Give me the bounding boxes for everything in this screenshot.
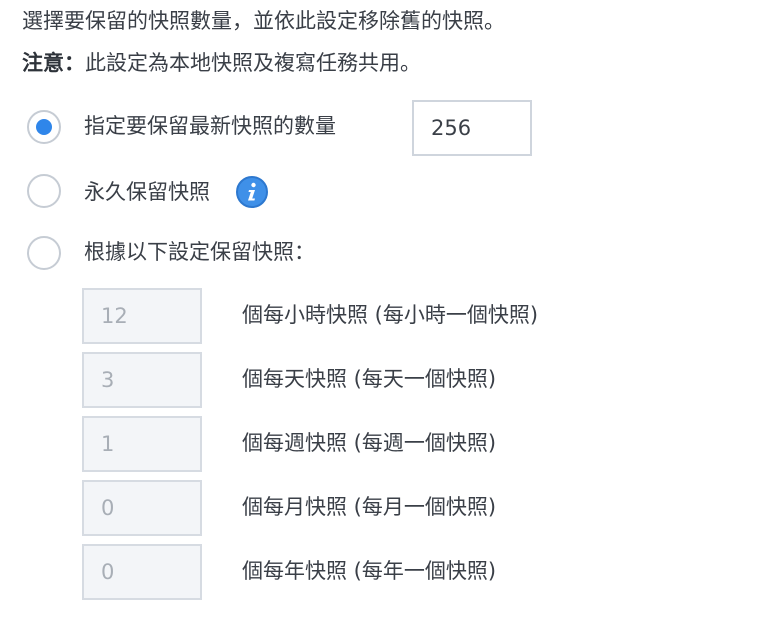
by-schedule-radio[interactable] [27,236,61,270]
keep-forever-label[interactable]: 永久保留快照 [84,177,210,207]
info-glyph [248,182,256,201]
monthly-label: 個每月快照 (每月一個快照) [242,495,497,519]
hourly-label: 個每小時快照 (每小時一個快照) [242,303,539,327]
keep-latest-label[interactable]: 指定要保留最新快照的數量 [84,111,336,141]
note-body: 此設定為本地快照及複寫任務共用。 [85,51,421,75]
keep-forever-radio[interactable] [27,174,61,208]
weekly-label: 個每週快照 (每週一個快照) [242,431,497,455]
note-text: 注意：此設定為本地快照及複寫任務共用。 [22,48,421,78]
monthly-count-input[interactable] [82,480,202,536]
daily-count-input[interactable] [82,352,202,408]
snapshot-retention-panel: 選擇要保留的快照數量，並依此設定移除舊的快照。 注意：此設定為本地快照及複寫任務… [0,0,784,632]
by-schedule-label[interactable]: 根據以下設定保留快照： [84,237,315,267]
hourly-count-input[interactable] [82,288,202,344]
weekly-count-input[interactable] [82,416,202,472]
daily-label: 個每天快照 (每天一個快照) [242,367,497,391]
info-icon[interactable] [236,176,268,208]
note-separator: ： [64,51,85,75]
keep-latest-radio[interactable] [27,110,61,144]
yearly-count-input[interactable] [82,544,202,600]
note-label: 注意 [22,51,64,75]
yearly-label: 個每年快照 (每年一個快照) [242,559,497,583]
intro-text: 選擇要保留的快照數量，並依此設定移除舊的快照。 [22,9,505,33]
keep-latest-count-input[interactable] [412,100,532,156]
